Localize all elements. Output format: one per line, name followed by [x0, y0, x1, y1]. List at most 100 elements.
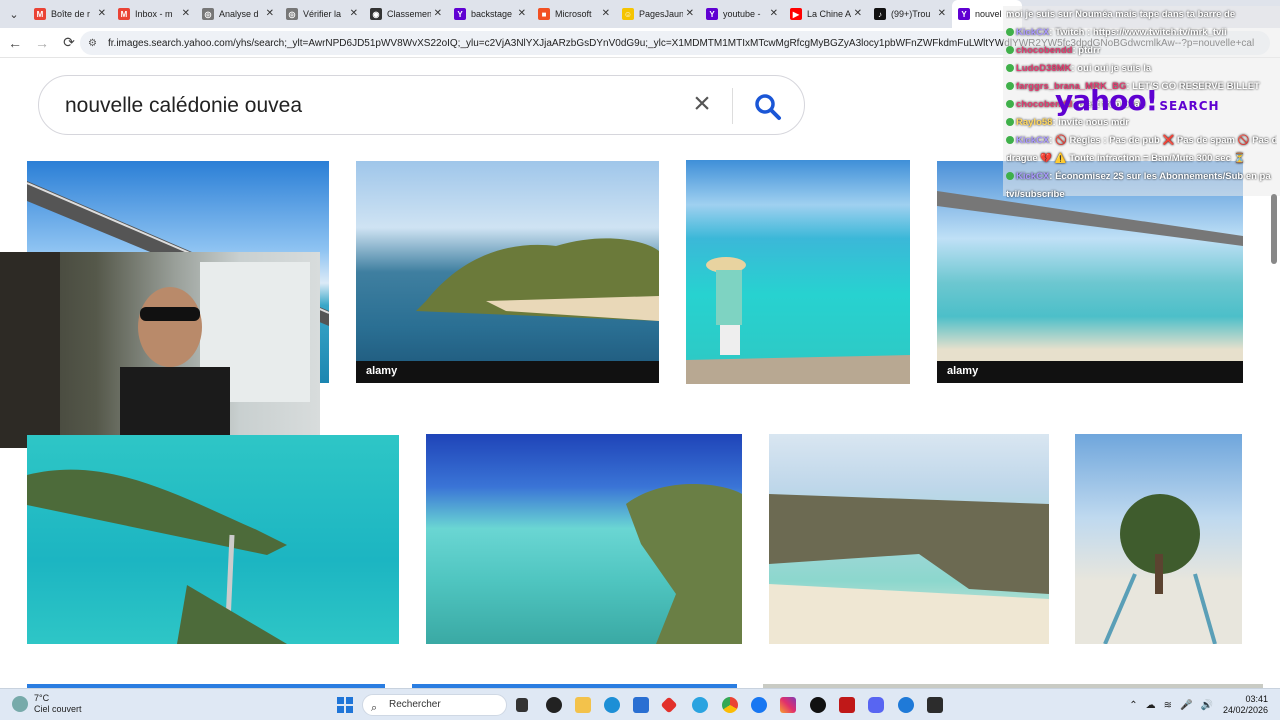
chat-message: KickCX: 🚫 Règles : Pas de pub ❌ Pas de s… [1006, 132, 1277, 150]
tab-close-icon[interactable]: ✕ [938, 8, 946, 19]
app-red-icon[interactable] [660, 696, 678, 714]
tiktok-icon[interactable] [810, 697, 826, 713]
tab-favicon-icon: M [34, 8, 46, 20]
image-result[interactable] [27, 435, 399, 644]
chat-username: chocobendd [1016, 45, 1073, 56]
chrome-icon[interactable] [722, 697, 738, 713]
browser-tab[interactable]: Ybackstage ✕ [448, 0, 532, 28]
mic-icon[interactable]: 🎤 [1180, 700, 1192, 711]
chat-message: KickCX: Économisez 2$ sur les Abonnement… [1006, 168, 1277, 186]
search-input[interactable]: nouvelle calédonie ouvea [65, 94, 302, 118]
tab-label: backstage [471, 9, 513, 19]
windows-taskbar: 7°C Ciel couvert ⌕ Rechercher ⌃ ☁ ≋ 🎤 🔊 03… [0, 688, 1280, 720]
aerial-bridge-photo [27, 469, 287, 644]
tab-close-icon[interactable]: ✕ [98, 8, 106, 19]
search-divider [732, 88, 733, 124]
image-result[interactable] [1075, 434, 1242, 644]
tab-label: youtube - [723, 9, 761, 19]
tab-close-icon[interactable]: ✕ [854, 8, 862, 19]
tab-favicon-icon: ■ [538, 8, 550, 20]
chat-username: KickCX [1016, 135, 1050, 146]
task-view-icon[interactable] [516, 698, 528, 712]
forward-arrow-icon[interactable]: → [30, 31, 54, 55]
tab-close-icon[interactable]: ✕ [266, 8, 274, 19]
obs-icon[interactable] [546, 697, 562, 713]
wifi-icon[interactable]: ≋ [1164, 700, 1172, 711]
terminal-icon[interactable] [927, 697, 943, 713]
clear-search-icon[interactable]: × [687, 89, 717, 120]
tab-search-chevron-icon[interactable]: ⌄ [0, 0, 28, 28]
instagram-icon[interactable] [780, 697, 796, 713]
chat-message: chocobendd: ptdrr [1006, 42, 1277, 60]
streamer-webcam [0, 252, 310, 448]
tab-favicon-icon: ☺ [622, 8, 634, 20]
app-blue-icon[interactable] [898, 697, 914, 713]
search-icon: ⌕ [371, 702, 378, 714]
page-scrollbar[interactable] [1268, 186, 1280, 686]
facebook-icon[interactable] [751, 697, 767, 713]
tab-favicon-icon: Y [706, 8, 718, 20]
lagoon-rocks-photo [626, 484, 742, 644]
tab-close-icon[interactable]: ✕ [602, 8, 610, 19]
browser-tab[interactable]: ♪ (99+)Trou ✕ [868, 0, 952, 28]
tab-label: (99+)Trou [891, 9, 931, 19]
browser-tab[interactable]: ■ Microsoft ✕ [532, 0, 616, 28]
tab-favicon-icon: ◎ [286, 8, 298, 20]
image-result[interactable] [426, 434, 742, 644]
tab-close-icon[interactable]: ✕ [518, 8, 526, 19]
image-result[interactable]: alamy [356, 161, 659, 383]
file-explorer-icon[interactable] [575, 697, 591, 713]
browser-tab[interactable]: ◉ Classemen ✕ [364, 0, 448, 28]
weather-desc: Ciel couvert [34, 704, 82, 714]
chat-message: KickCX: Twitch : https://www.twitch.tv/m… [1006, 24, 1277, 42]
image-result[interactable] [686, 160, 910, 384]
onedrive-icon[interactable]: ☁ [1146, 700, 1156, 711]
clock-time: 03:41 [1245, 694, 1268, 704]
search-box[interactable]: nouvelle calédonie ouvea × [38, 75, 805, 135]
chevron-up-icon[interactable]: ⌃ [1129, 700, 1137, 711]
yahoo-logo[interactable]: yahoo! SEARCH [1055, 84, 1220, 117]
image-result[interactable] [769, 434, 1049, 644]
back-arrow-icon[interactable]: ← [3, 31, 27, 55]
weather-widget[interactable]: 7°C Ciel couvert [12, 693, 82, 715]
tab-label: PagesJaun [639, 9, 683, 19]
chat-username: Raylo58 [1016, 117, 1053, 128]
discord-icon[interactable] [868, 697, 884, 713]
reload-icon[interactable]: ⟳ [57, 31, 81, 55]
store-icon[interactable] [633, 697, 649, 713]
telegram-icon[interactable] [692, 697, 708, 713]
tab-close-icon[interactable]: ✕ [182, 8, 190, 19]
volume-icon[interactable]: 🔊 [1201, 700, 1213, 711]
logo-text: yahoo! [1055, 84, 1158, 117]
tab-close-icon[interactable]: ✕ [434, 8, 442, 19]
mcafee-icon[interactable] [839, 697, 855, 713]
clock-date: 24/02/2026 [1222, 705, 1268, 715]
browser-tab[interactable]: M Boîte de r ✕ [28, 0, 112, 28]
system-tray: ⌃ ☁ ≋ 🎤 🔊 03:41 24/02/2026 [1125, 689, 1280, 721]
site-info-icon[interactable]: ⚙ [88, 38, 102, 49]
clock[interactable]: 03:41 24/02/2026 [1223, 694, 1268, 716]
taskbar-search[interactable]: ⌕ Rechercher [362, 694, 507, 716]
tab-favicon-icon: ▶ [790, 8, 802, 20]
chat-text: tvi/subscribe [1006, 189, 1065, 200]
chat-text: : ptdrr [1072, 45, 1101, 56]
edge-icon[interactable] [604, 697, 620, 713]
browser-tab[interactable]: ☺ PagesJaun ✕ [616, 0, 700, 28]
browser-tab[interactable]: M Inbox - m ✕ [112, 0, 196, 28]
chat-text: moi je suis sur Nouméa mais tape dans ta… [1006, 9, 1236, 20]
tab-close-icon[interactable]: ✕ [686, 8, 694, 19]
tab-label: Boîte de r [51, 9, 91, 19]
browser-tab[interactable]: ◎ Vérifier la ✕ [280, 0, 364, 28]
tab-label: Classemen [387, 9, 431, 19]
chat-badge-icon [1006, 136, 1014, 145]
browser-tab[interactable]: ◎ Analyse d ✕ [196, 0, 280, 28]
browser-tab[interactable]: ▶ La Chine A ✕ [784, 0, 868, 28]
chat-text: drague 💔 ⚠️ Toute infraction = Ban/Mute … [1006, 153, 1246, 164]
search-icon[interactable] [753, 92, 783, 122]
tab-close-icon[interactable]: ✕ [770, 8, 778, 19]
scrollbar-thumb[interactable] [1271, 194, 1277, 264]
windows-start-icon[interactable] [337, 697, 353, 713]
browser-tab[interactable]: Yyoutube - ✕ [700, 0, 784, 28]
tab-close-icon[interactable]: ✕ [350, 8, 358, 19]
chat-text: : oui oui je suis la [1071, 63, 1152, 74]
